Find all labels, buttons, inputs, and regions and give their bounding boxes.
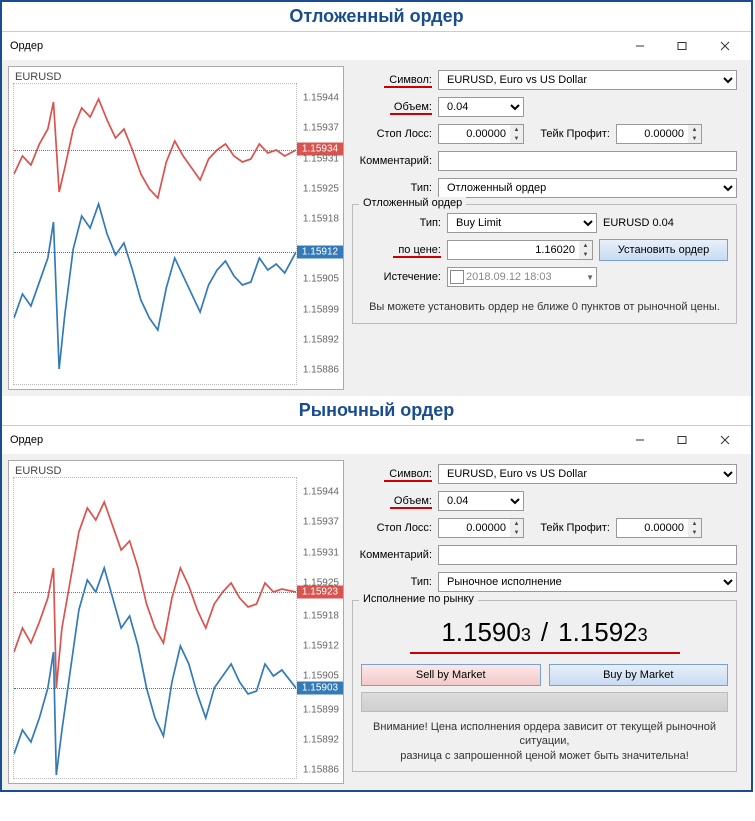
volume-select[interactable]: 0.04 [438, 97, 524, 117]
place-order-button[interactable]: Установить ордер [599, 239, 728, 261]
stoploss-input[interactable] [438, 124, 510, 144]
market-order-window: Ордер EURUSD 1.1594 [2, 425, 751, 790]
pending-note: Вы можете установить ордер не ближе 0 пу… [361, 301, 728, 313]
titlebar: Ордер [2, 426, 751, 454]
chart-symbol-label: EURUSD [15, 465, 61, 477]
market-warning: Внимание! Цена исполнения ордера зависит… [361, 720, 728, 763]
volume-label: Объем: [352, 495, 432, 507]
heading-pending: Отложенный ордер [2, 2, 751, 31]
close-button[interactable] [703, 427, 747, 453]
stoploss-input[interactable] [438, 518, 510, 538]
pending-legend: Отложенный ордер [359, 197, 466, 209]
volume-select[interactable]: 0.04 [438, 491, 524, 511]
price-input[interactable] [447, 240, 579, 260]
maximize-button[interactable] [661, 33, 703, 59]
order-type-select[interactable]: Отложенный ордер [438, 178, 737, 198]
ask-price-tag: 1.15923 [297, 585, 343, 598]
price-spinner[interactable]: ▲▼ [579, 240, 593, 260]
minimize-button[interactable] [619, 427, 661, 453]
volume-label: Объем: [352, 101, 432, 113]
pending-order-fieldset: Отложенный ордер Тип: Buy Limit EURUSD 0… [352, 204, 737, 324]
symbol-label: Символ: [352, 74, 432, 86]
order-form: Символ: EURUSD, Euro vs US Dollar Объем:… [350, 460, 745, 784]
market-exec-fieldset: Исполнение по рынку 1.15903 / 1.15923 Se… [352, 600, 737, 772]
sell-button[interactable]: Sell by Market [361, 664, 541, 686]
symbol-select[interactable]: EURUSD, Euro vs US Dollar [438, 464, 737, 484]
price-label: по цене: [361, 244, 441, 256]
titlebar: Ордер [2, 32, 751, 60]
takeprofit-label: Тейк Профит: [530, 128, 610, 140]
chart-lines [14, 84, 296, 384]
comment-input[interactable] [438, 545, 737, 565]
stoploss-label: Стоп Лосс: [352, 128, 432, 140]
comment-label: Комментарий: [352, 549, 432, 561]
minimize-button[interactable] [619, 33, 661, 59]
status-bar [361, 692, 728, 712]
window-title: Ордер [10, 40, 619, 52]
symbol-label: Символ: [352, 468, 432, 480]
pending-order-window: Ордер EURUSD 1.1594 [2, 31, 751, 396]
stoploss-label: Стоп Лосс: [352, 522, 432, 534]
chart-symbol-label: EURUSD [15, 71, 61, 83]
price-chart: EURUSD 1.15944 1.15937 1.15931 1.15925 1… [8, 460, 344, 784]
comment-input[interactable] [438, 151, 737, 171]
expiry-value: 2018.09.12 18:03 [466, 271, 586, 283]
order-type-select[interactable]: Рыночное исполнение [438, 572, 737, 592]
type-label: Тип: [352, 576, 432, 588]
comment-label: Комментарий: [352, 155, 432, 167]
takeprofit-input[interactable] [616, 124, 688, 144]
stoploss-spinner[interactable]: ▲▼ [510, 518, 524, 538]
expiry-field[interactable]: 2018.09.12 18:03 ▼ [447, 267, 597, 287]
pending-type-label: Тип: [361, 217, 441, 229]
symbol-select[interactable]: EURUSD, Euro vs US Dollar [438, 70, 737, 90]
exec-legend: Исполнение по рынку [359, 593, 478, 605]
expiry-checkbox[interactable] [450, 270, 464, 284]
chart-yaxis: 1.15944 1.15937 1.15931 1.15925 1.15923 … [297, 477, 343, 779]
maximize-button[interactable] [661, 427, 703, 453]
takeprofit-spinner[interactable]: ▲▼ [688, 518, 702, 538]
buy-button[interactable]: Buy by Market [549, 664, 729, 686]
takeprofit-label: Тейк Профит: [530, 522, 610, 534]
bid-price-tag: 1.15903 [297, 682, 343, 695]
chart-yaxis: 1.15944 1.15937 1.15934 1.15931 1.15925 … [297, 83, 343, 385]
pending-symbol-volume: EURUSD 0.04 [603, 217, 674, 229]
expiry-label: Истечение: [361, 271, 441, 283]
chart-lines [14, 478, 296, 778]
bid-price-tag: 1.15912 [297, 246, 343, 259]
type-label: Тип: [352, 182, 432, 194]
stoploss-spinner[interactable]: ▲▼ [510, 124, 524, 144]
takeprofit-input[interactable] [616, 518, 688, 538]
pending-type-select[interactable]: Buy Limit [447, 213, 597, 233]
expiry-dropdown-icon[interactable]: ▼ [586, 273, 594, 282]
window-title: Ордер [10, 434, 619, 446]
order-form: Символ: EURUSD, Euro vs US Dollar Объем:… [350, 66, 745, 390]
takeprofit-spinner[interactable]: ▲▼ [688, 124, 702, 144]
heading-market: Рыночный ордер [2, 396, 751, 425]
price-quote: 1.15903 / 1.15923 [361, 609, 728, 652]
close-button[interactable] [703, 33, 747, 59]
price-chart: EURUSD 1.15944 1.15937 1.15934 1.15931 1… [8, 66, 344, 390]
